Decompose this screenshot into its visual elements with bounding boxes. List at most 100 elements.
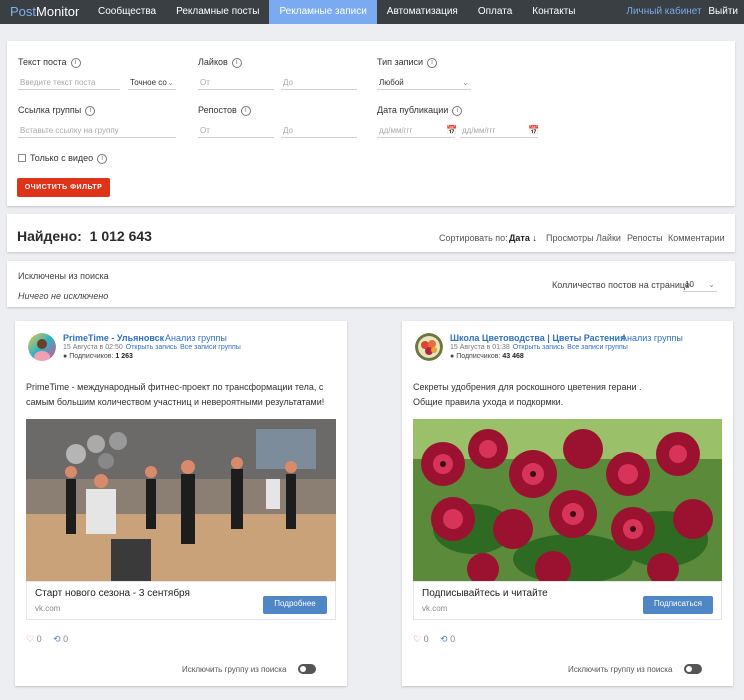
post-type-label: Тип записи i [377, 57, 438, 68]
exclude-group-label: Исключить группу из поиска [182, 665, 287, 674]
likes-stat[interactable]: ♡ 0 [413, 634, 429, 645]
open-post-link[interactable]: Открыть запись [513, 344, 564, 351]
logo[interactable]: PostMonitor [10, 4, 79, 19]
clear-filter-button[interactable]: ОЧИСТИТЬ ФИЛЬТР [17, 178, 110, 197]
info-icon[interactable]: i [70, 57, 81, 68]
heart-icon: ♡ [413, 634, 422, 644]
nav-item-automation[interactable]: Автоматизация [377, 0, 468, 24]
exclude-group-toggle[interactable] [298, 664, 316, 674]
post-type-select[interactable]: Любой ⌄ [377, 76, 471, 90]
nav-right: Личный кабинет Выйти [626, 0, 738, 24]
nav-item-ad-posts[interactable]: Рекламные посты [166, 0, 269, 24]
calendar-icon[interactable]: 📅 [446, 125, 457, 136]
all-group-posts-link[interactable]: Все записи группы [567, 344, 628, 351]
nav-item-ad-records[interactable]: Рекламные записи [269, 0, 377, 24]
post-text: Секреты удобрения для роскошного цветени… [413, 382, 642, 407]
per-page-select[interactable]: 10 ⌄ [683, 278, 717, 292]
filter-panel: Текст постаi Точное со⌄ Лайковi Тип запи… [7, 41, 735, 206]
link-domain: vk.com [35, 604, 61, 613]
excluded-empty: Ничего не исключено [18, 291, 109, 301]
cabinet-link[interactable]: Личный кабинет [626, 6, 701, 17]
group-link-label: Ссылка группы i [18, 105, 96, 116]
date-from-input[interactable] [377, 124, 455, 138]
heart-icon: ♡ [26, 634, 35, 644]
logo-part-monitor: Monitor [36, 4, 80, 19]
subscribers: ● Подписчиков: 43 468 [450, 353, 524, 360]
post-meta: 15 Августа в 02:50 Открыть запись Все запи… [63, 344, 241, 351]
post-card: Школа Цветоводства | Цветы Растения Анал… [402, 321, 733, 686]
link-preview[interactable]: Подписывайтесь и читайте vk.com Подписат… [413, 581, 722, 620]
post-text-input[interactable] [18, 76, 120, 90]
chevron-down-icon: ⌄ [167, 78, 174, 87]
top-nav: PostMonitor Сообщества Рекламные посты Р… [0, 0, 744, 24]
link-title[interactable]: Подписывайтесь и читайте [422, 588, 548, 599]
likes-label: Лайков i [198, 57, 242, 68]
group-analysis-link[interactable]: Анализ группы [165, 333, 227, 343]
link-domain: vk.com [422, 604, 448, 613]
info-icon[interactable]: i [452, 105, 463, 116]
likes-stat[interactable]: ♡ 0 [26, 634, 42, 645]
logo-part-post: Post [10, 4, 37, 19]
post-meta: 15 Августа в 01:38 Открыть запись Все запи… [450, 344, 628, 351]
sort-date[interactable]: Дата ↓ [509, 233, 537, 243]
post-text-label: Текст поста i [18, 57, 81, 68]
date-to-input[interactable] [460, 124, 538, 138]
excluded-title: Исключены из поиска [18, 271, 109, 281]
logout-link[interactable]: Выйти [708, 6, 738, 17]
post-date: 15 Августа в 02:50 [63, 344, 123, 351]
all-group-posts-link[interactable]: Все записи группы [180, 344, 241, 351]
post-date: 15 Августа в 01:38 [450, 344, 510, 351]
calendar-icon[interactable]: 📅 [528, 125, 539, 136]
sort-reposts[interactable]: Репосты [627, 233, 663, 243]
repost-icon: ⟲ [53, 634, 61, 644]
group-name-link[interactable]: Школа Цветоводства | Цветы Растения [450, 333, 625, 343]
group-analysis-link[interactable]: Анализ группы [621, 333, 683, 343]
open-post-link[interactable]: Открыть запись [126, 344, 177, 351]
sort-label: Сортировать по: [439, 233, 508, 243]
info-icon[interactable]: i [85, 105, 96, 116]
group-name-link[interactable]: PrimeTime - Ульяновск [63, 333, 164, 343]
reposts-to-input[interactable] [281, 124, 357, 138]
reposts-stat[interactable]: ⟲ 0 [53, 634, 68, 645]
chevron-down-icon: ⌄ [708, 280, 715, 289]
avatar[interactable] [415, 333, 443, 361]
likes-from-input[interactable] [198, 76, 274, 90]
details-button[interactable]: Подробнее [263, 596, 327, 614]
pub-date-label: Дата публикации i [377, 105, 463, 116]
repost-icon: ⟲ [440, 634, 448, 644]
match-mode-value: Точное со [130, 78, 167, 87]
avatar[interactable] [28, 333, 56, 361]
info-icon[interactable]: i [231, 57, 242, 68]
per-page-value: 10 [685, 280, 694, 289]
link-preview[interactable]: Старт нового сезона - 3 сентября vk.com … [26, 581, 336, 620]
nav-item-payment[interactable]: Оплата [468, 0, 522, 24]
reposts-label: Репостов i [198, 105, 251, 116]
post-image[interactable] [413, 419, 722, 581]
chevron-down-icon: ⌄ [462, 78, 469, 87]
match-mode-select[interactable]: Точное со ⌄ [128, 76, 176, 90]
info-icon[interactable]: i [97, 153, 108, 164]
sort-views[interactable]: Просмотры [546, 233, 594, 243]
nav-item-communities[interactable]: Сообщества [88, 0, 166, 24]
subscribers: ● Подписчиков: 1 263 [63, 353, 133, 360]
per-page-label: Колличество постов на странице [552, 280, 690, 290]
sort-comments[interactable]: Комментарии [668, 233, 725, 243]
post-type-value: Любой [379, 78, 404, 87]
user-icon: ● [450, 353, 455, 360]
subscribe-button[interactable]: Подписаться [643, 596, 713, 614]
post-image[interactable] [26, 419, 336, 581]
info-icon[interactable]: i [240, 105, 251, 116]
reposts-stat[interactable]: ⟲ 0 [440, 634, 455, 645]
likes-to-input[interactable] [281, 76, 357, 90]
sort-likes[interactable]: Лайки [596, 233, 621, 243]
link-title[interactable]: Старт нового сезона - 3 сентября [35, 588, 190, 599]
found-count: Найдено: 1 012 643 [17, 228, 152, 244]
video-only-label: Только с видео i [30, 153, 108, 164]
info-icon[interactable]: i [427, 57, 438, 68]
results-bar: Найдено: 1 012 643 Сортировать по: Дата … [7, 214, 735, 252]
exclude-group-toggle[interactable] [684, 664, 702, 674]
nav-item-contacts[interactable]: Контакты [522, 0, 585, 24]
group-link-input[interactable] [18, 124, 176, 138]
video-only-checkbox[interactable] [18, 154, 26, 162]
reposts-from-input[interactable] [198, 124, 274, 138]
